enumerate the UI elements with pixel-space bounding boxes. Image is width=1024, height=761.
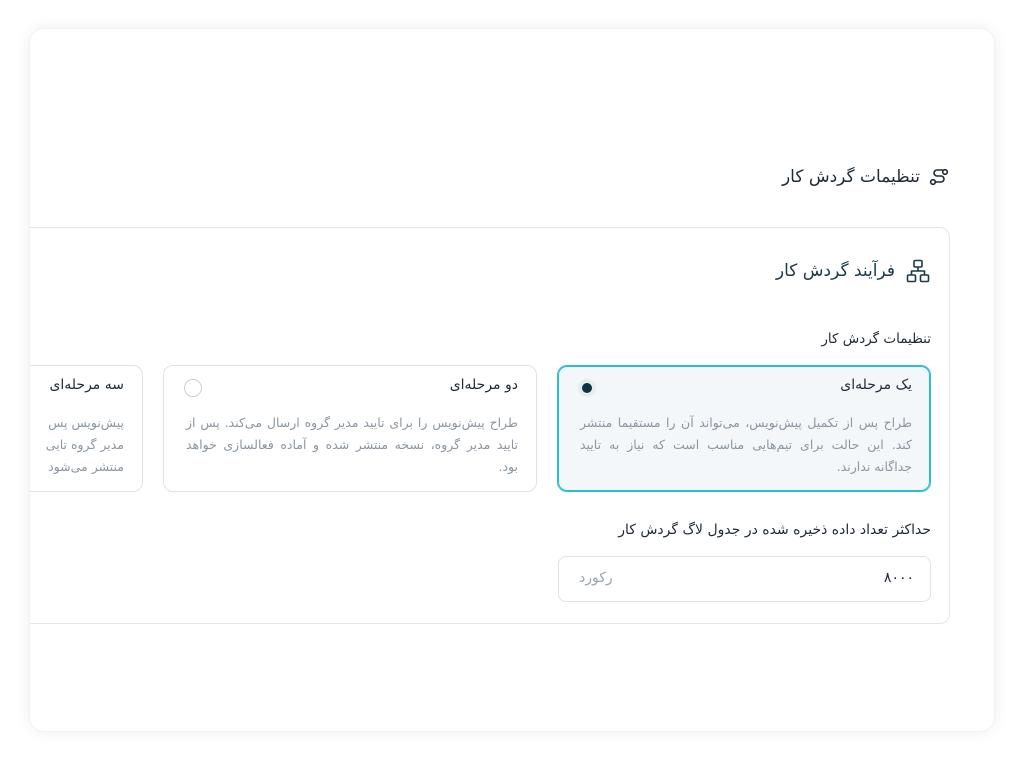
org-chart-icon xyxy=(905,258,931,284)
option-description: طراح پیش‌نویس را برای تایید مدیر گروه ار… xyxy=(186,415,518,474)
option-title: یک مرحله‌ای xyxy=(840,377,912,393)
max-log-unit: رکورد xyxy=(579,570,613,586)
radio-unselected[interactable] xyxy=(184,379,202,397)
option-one-step[interactable]: یک مرحله‌ای طراح پس از تکمیل پیش‌نویس، م… xyxy=(557,365,931,492)
section-header: تنظیمات گردش کار xyxy=(782,166,950,188)
section-title: تنظیمات گردش کار xyxy=(781,167,920,187)
option-description: پیش‌نویس پس مدیر گروه تایی منتشر می‌شود xyxy=(45,415,124,474)
option-three-step[interactable]: سه مرحله‌ای پیش‌نویس پس مدیر گروه تایی م… xyxy=(30,365,143,492)
settings-panel: تنظیمات گردش کار فرآیند گردش کار تنظیمات… xyxy=(30,29,994,731)
card-header: فرآیند گردش کار xyxy=(776,258,931,284)
radio-selected[interactable] xyxy=(578,379,596,397)
max-log-input[interactable]: ۸۰۰۰ رکورد xyxy=(558,556,931,602)
max-log-value: ۸۰۰۰ xyxy=(883,570,914,586)
option-title: سه مرحله‌ای xyxy=(49,377,124,393)
workflow-process-card: فرآیند گردش کار تنظیمات گردش کار یک مرحل… xyxy=(30,227,950,624)
option-title: دو مرحله‌ای xyxy=(449,377,518,393)
route-icon xyxy=(928,166,950,188)
option-description: طراح پس از تکمیل پیش‌نویس، می‌تواند آن ر… xyxy=(580,415,912,474)
max-log-label: حداکثر تعداد داده ذخیره شده در جدول لاگ … xyxy=(618,522,931,538)
workflow-type-label: تنظیمات گردش کار xyxy=(821,331,931,347)
option-two-step[interactable]: دو مرحله‌ای طراح پیش‌نویس را برای تایید … xyxy=(163,365,537,492)
card-title: فرآیند گردش کار xyxy=(775,261,895,281)
